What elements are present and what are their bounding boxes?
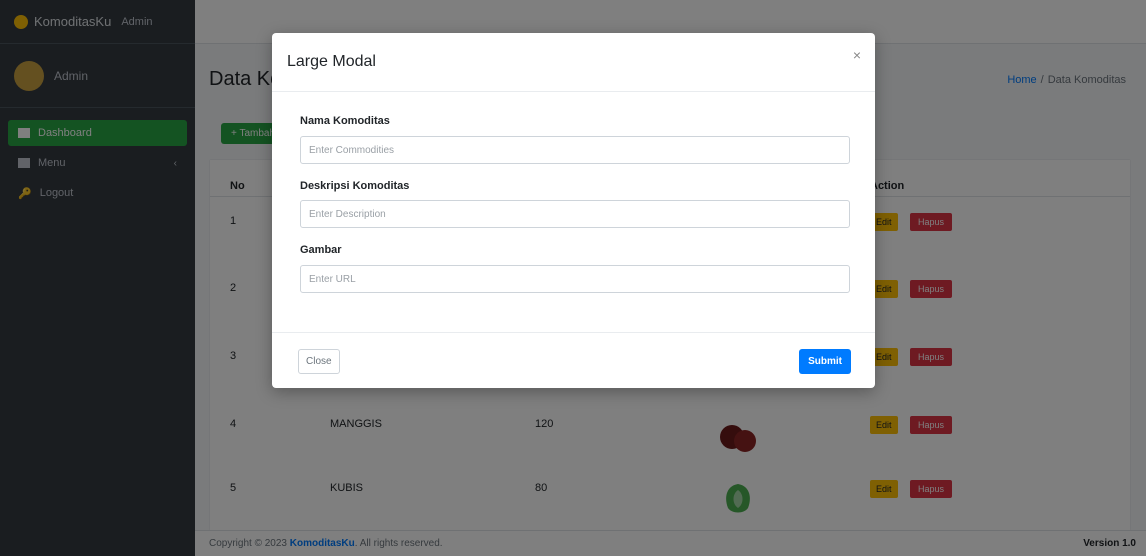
label-gambar: Gambar (300, 244, 342, 256)
large-modal: Large Modal × Nama Komoditas Deskripsi K… (272, 33, 875, 388)
deskripsi-komoditas-input[interactable] (300, 200, 850, 228)
modal-footer: Close Submit (272, 332, 875, 388)
modal-header: Large Modal × (272, 33, 875, 92)
label-deskripsi-komoditas: Deskripsi Komoditas (300, 180, 410, 192)
modal-body: Nama Komoditas Deskripsi Komoditas Gamba… (272, 92, 875, 332)
close-button[interactable]: Close (298, 349, 340, 374)
label-nama-komoditas: Nama Komoditas (300, 115, 390, 127)
submit-button[interactable]: Submit (799, 349, 851, 374)
close-icon[interactable]: × (853, 47, 861, 63)
gambar-url-input[interactable] (300, 265, 850, 293)
nama-komoditas-input[interactable] (300, 136, 850, 164)
modal-title: Large Modal (287, 53, 376, 70)
